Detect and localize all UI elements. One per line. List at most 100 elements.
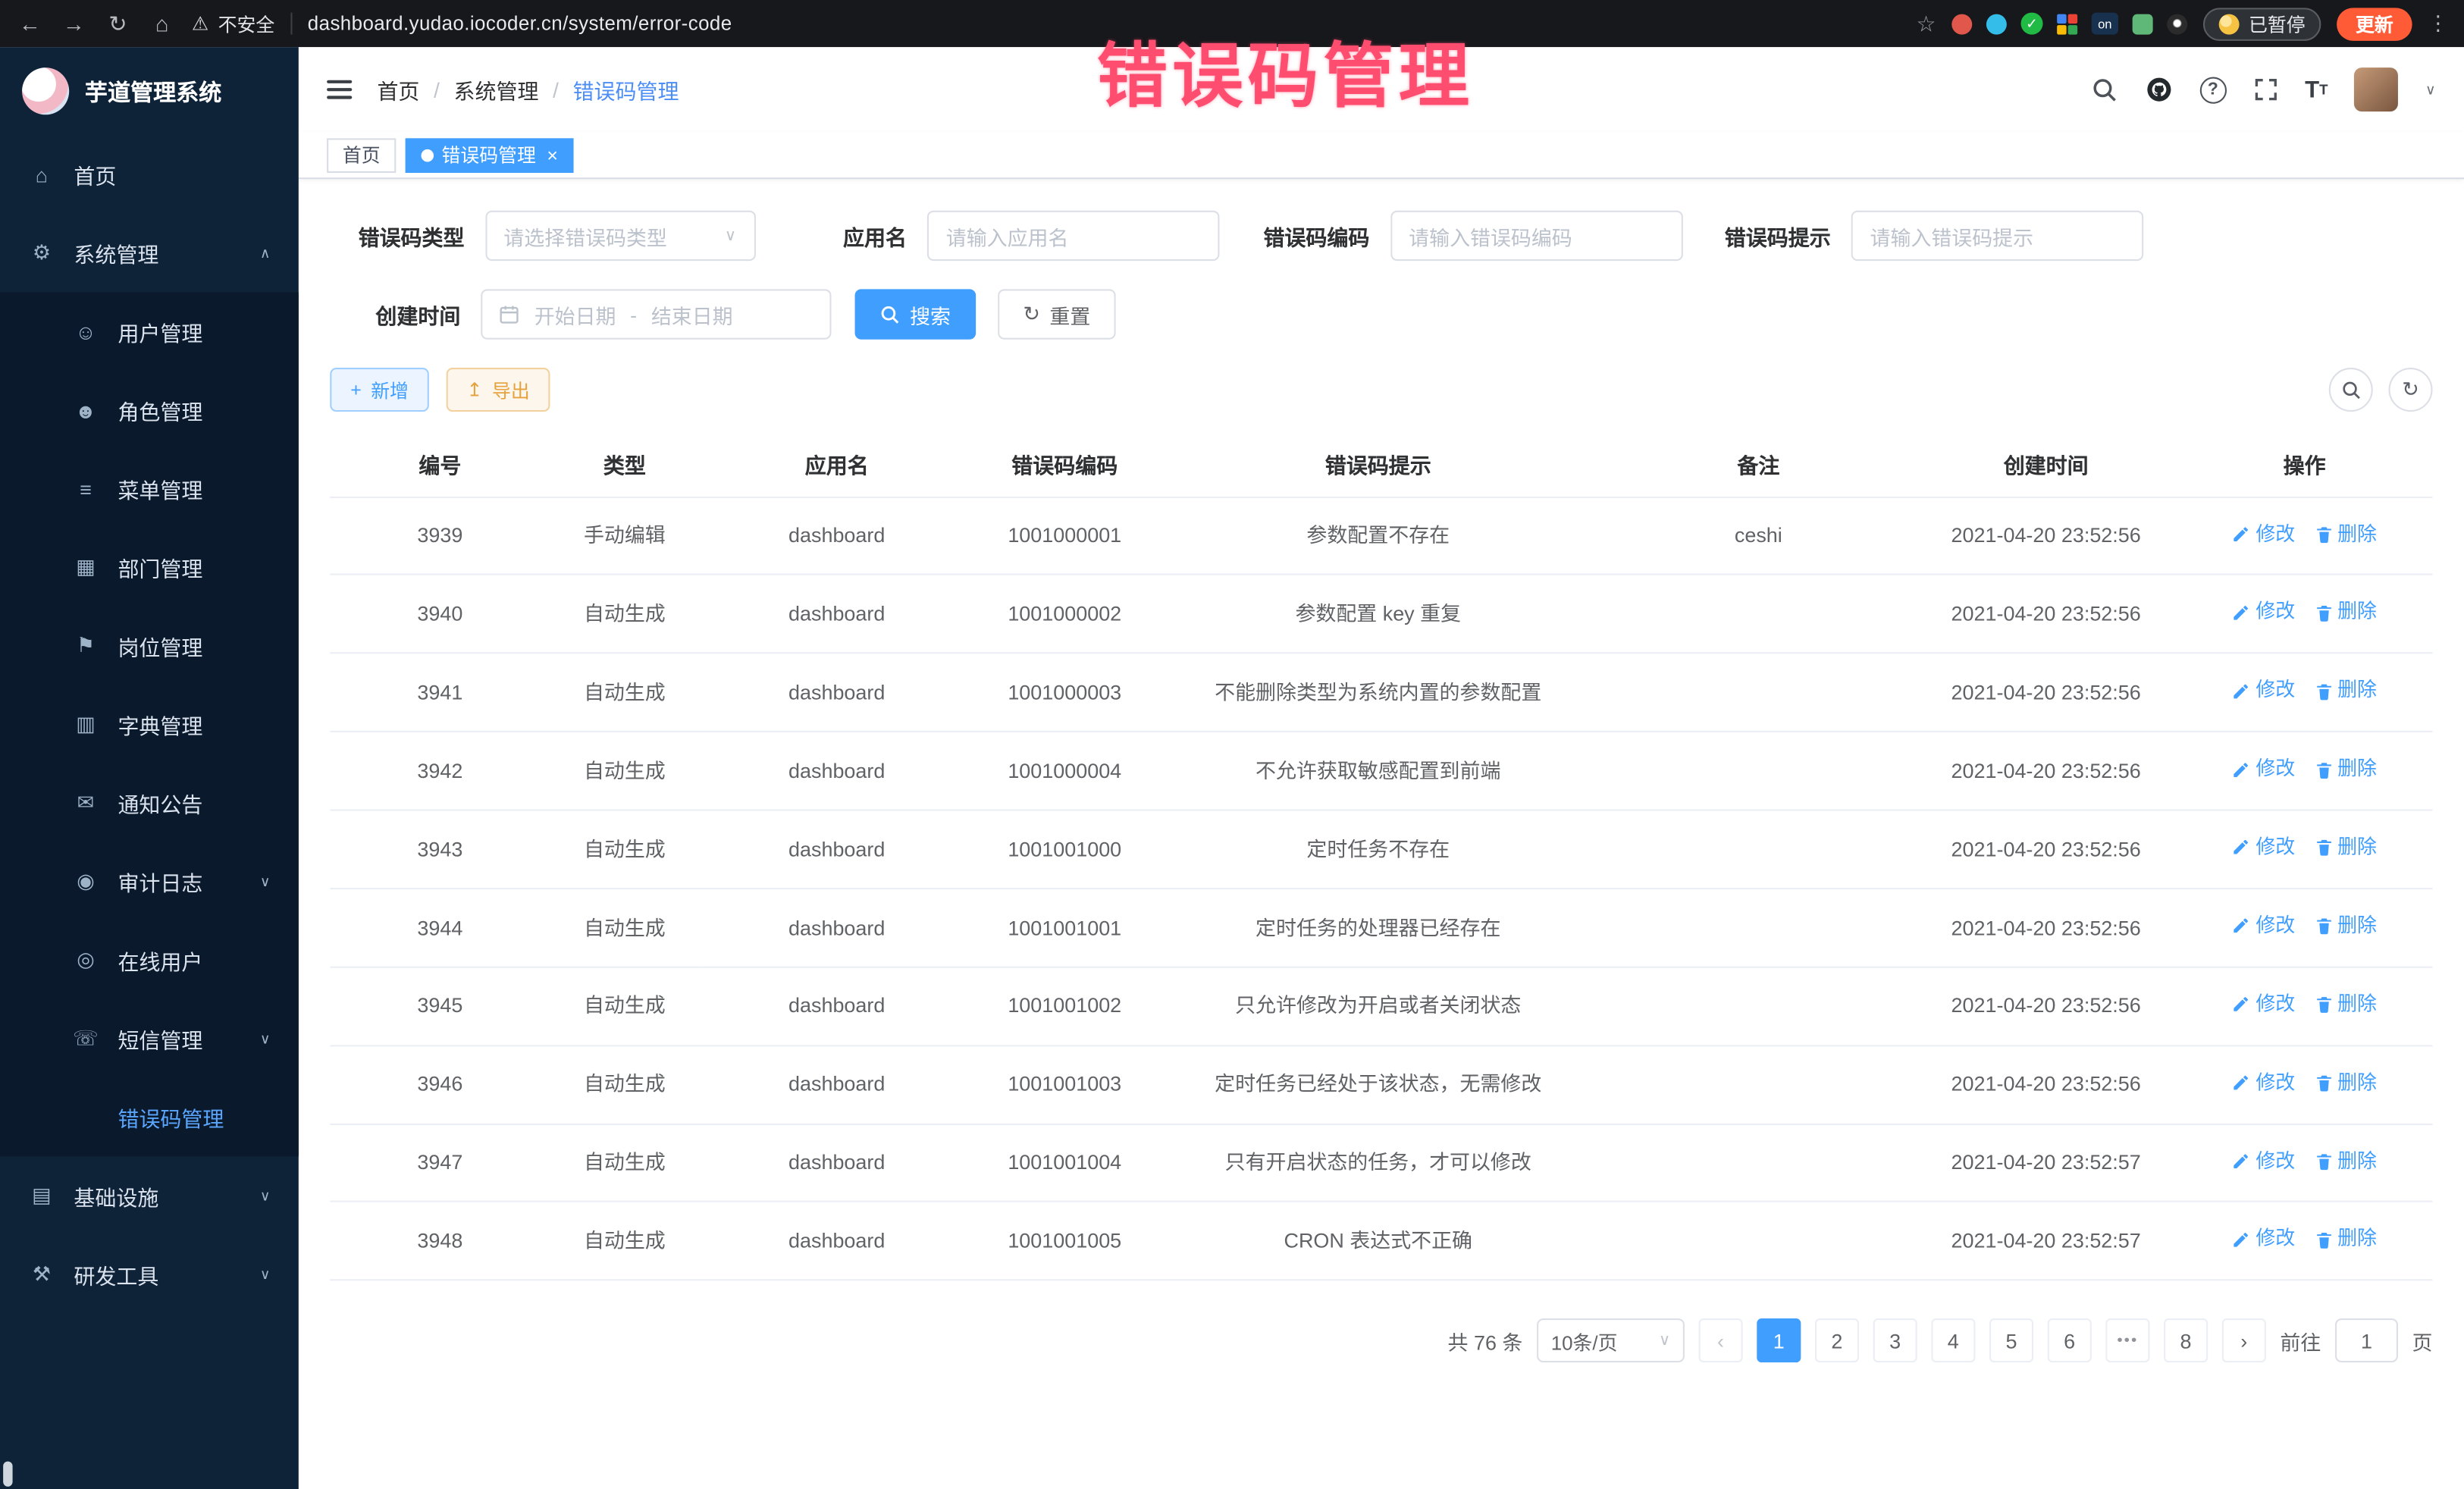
github-icon[interactable] <box>2145 75 2173 103</box>
edit-link[interactable]: 修改 <box>2232 911 2295 941</box>
help-icon[interactable]: ? <box>2199 77 2226 103</box>
extension-icon-red[interactable] <box>1951 14 1972 34</box>
paused-profile-pill[interactable]: 已暂停 <box>2203 7 2321 40</box>
search-icon[interactable] <box>2091 77 2118 103</box>
sidebar-item-system[interactable]: ⚙系统管理∧ <box>0 214 299 293</box>
sidebar-item-post[interactable]: ⚑岗位管理 <box>0 607 299 685</box>
edit-link[interactable]: 修改 <box>2232 833 2295 863</box>
edit-link[interactable]: 修改 <box>2232 1068 2295 1098</box>
address-url[interactable]: dashboard.yudao.iocoder.cn/system/error-… <box>308 13 732 35</box>
user-avatar[interactable] <box>2355 67 2399 111</box>
column-header: 编号 <box>330 431 550 497</box>
edit-link[interactable]: 修改 <box>2232 597 2295 627</box>
delete-link[interactable]: 删除 <box>2314 911 2377 941</box>
sidebar-item-infra[interactable]: ▤基础设施∨ <box>0 1157 299 1236</box>
breadcrumb-system[interactable]: 系统管理 <box>454 74 539 105</box>
forward-icon[interactable]: → <box>60 11 88 36</box>
edit-link[interactable]: 修改 <box>2232 676 2295 706</box>
extension-icon-blue[interactable] <box>1986 14 2007 34</box>
edit-link[interactable]: 修改 <box>2232 1146 2295 1176</box>
date-range-picker[interactable]: 开始日期 - 结束日期 <box>481 289 831 339</box>
page-button-1[interactable]: 1 <box>1757 1319 1801 1363</box>
sidebar-item-online-user[interactable]: ◎在线用户 <box>0 921 299 1000</box>
home-icon[interactable]: ⌂ <box>148 11 176 36</box>
chevron-down-icon: ∨ <box>260 1030 271 1048</box>
browser-chrome: ← → ↻ ⌂ ⚠ 不安全 dashboard.yudao.iocoder.cn… <box>0 0 2464 47</box>
delete-link[interactable]: 删除 <box>2314 597 2377 627</box>
extension-icon-green[interactable] <box>2133 14 2153 34</box>
export-button[interactable]: ↥ 导出 <box>447 368 550 412</box>
error-type-select[interactable]: 请选择错误码类型 ∨ <box>484 211 755 261</box>
chevron-down-icon[interactable]: ∨ <box>2425 81 2436 99</box>
extension-icon-grid[interactable] <box>2057 14 2077 34</box>
reload-icon[interactable]: ↻ <box>104 10 132 36</box>
page-button-8[interactable]: 8 <box>2164 1319 2208 1363</box>
extension-icon-on[interactable]: on <box>2092 13 2118 35</box>
cell-type: 自动生成 <box>550 967 699 1045</box>
add-button[interactable]: + 新增 <box>330 368 429 412</box>
page-button-•••[interactable]: ••• <box>2105 1319 2149 1363</box>
edit-link[interactable]: 修改 <box>2232 1224 2295 1254</box>
fullscreen-icon[interactable] <box>2253 77 2278 102</box>
sidebar-scrollbar[interactable] <box>3 1462 12 1487</box>
delete-link[interactable]: 删除 <box>2314 676 2377 706</box>
sidebar-item-audit-log[interactable]: ◉审计日志∨ <box>0 842 299 921</box>
update-button[interactable]: 更新 <box>2337 7 2412 40</box>
sidebar-item-home[interactable]: ⌂首页 <box>0 135 299 214</box>
sidebar-item-dict[interactable]: ▥字典管理 <box>0 685 299 764</box>
refresh-table-button[interactable]: ↻ <box>2389 368 2433 412</box>
sidebar-item-user[interactable]: ☺用户管理 <box>0 293 299 371</box>
page-button-3[interactable]: 3 <box>1873 1319 1917 1363</box>
sidebar-item-error-code[interactable]: 错误码管理 <box>0 1078 299 1157</box>
next-page-button[interactable]: › <box>2222 1319 2266 1363</box>
delete-link[interactable]: 删除 <box>2314 1068 2377 1098</box>
error-hint-input[interactable]: 请输入错误码提示 <box>1851 211 2144 261</box>
search-button[interactable]: 搜索 <box>855 289 977 339</box>
chevron-down-icon: ∨ <box>260 873 271 890</box>
page-button-2[interactable]: 2 <box>1815 1319 1859 1363</box>
table-row: 3941自动生成dashboard1001000003不能删除类型为系统内置的参… <box>330 654 2432 732</box>
bookmark-star-icon[interactable]: ☆ <box>1916 10 1936 36</box>
sidebar-item-dept[interactable]: ▦部门管理 <box>0 528 299 607</box>
reset-button[interactable]: ↻ 重置 <box>998 289 1115 339</box>
delete-link[interactable]: 删除 <box>2314 833 2377 863</box>
cell-type: 手动编辑 <box>550 497 699 575</box>
breadcrumb-home[interactable]: 首页 <box>377 74 419 105</box>
edit-link[interactable]: 修改 <box>2232 989 2295 1019</box>
delete-link[interactable]: 删除 <box>2314 754 2377 784</box>
app-name-input[interactable]: 请输入应用名 <box>927 211 1220 261</box>
edit-link[interactable]: 修改 <box>2232 519 2295 549</box>
sidebar-item-menu[interactable]: ≡菜单管理 <box>0 450 299 528</box>
delete-link[interactable]: 删除 <box>2314 1146 2377 1176</box>
delete-link[interactable]: 删除 <box>2314 1224 2377 1254</box>
sidebar-item-tools[interactable]: ⚒研发工具∨ <box>0 1235 299 1314</box>
tab-error-code[interactable]: 错误码管理 × <box>406 137 574 172</box>
extension-icon-pin[interactable] <box>2167 14 2187 34</box>
logo-row[interactable]: 芋道管理系统 <box>0 47 299 135</box>
sidebar-item-notice[interactable]: ✉通知公告 <box>0 763 299 842</box>
delete-link[interactable]: 删除 <box>2314 989 2377 1019</box>
cell-actions: 修改删除 <box>2177 810 2433 888</box>
toggle-search-button[interactable] <box>2329 368 2373 412</box>
security-badge[interactable]: ⚠ 不安全 <box>192 10 274 36</box>
page-button-6[interactable]: 6 <box>2048 1319 2092 1363</box>
filter-label-code: 错误码编码 <box>1263 220 1369 251</box>
prev-page-button[interactable]: ‹ <box>1699 1319 1743 1363</box>
extension-icon-check[interactable]: ✓ <box>2020 13 2042 35</box>
back-icon[interactable]: ← <box>16 11 44 36</box>
delete-link[interactable]: 删除 <box>2314 519 2377 549</box>
hamburger-icon[interactable] <box>327 75 352 103</box>
page-button-5[interactable]: 5 <box>1989 1319 2033 1363</box>
cell-type: 自动生成 <box>550 889 699 967</box>
edit-link[interactable]: 修改 <box>2232 754 2295 784</box>
menu-kebab-icon[interactable]: ⋮ <box>2428 11 2448 36</box>
font-size-icon[interactable]: TT <box>2305 77 2328 103</box>
page-button-4[interactable]: 4 <box>1931 1319 1975 1363</box>
close-icon[interactable]: × <box>547 144 558 166</box>
goto-page-input[interactable]: 1 <box>2335 1319 2398 1363</box>
sidebar-item-role[interactable]: ☻角色管理 <box>0 371 299 450</box>
tab-home[interactable]: 首页 <box>327 137 396 172</box>
page-size-select[interactable]: 10条/页 ∨ <box>1537 1319 1685 1363</box>
sidebar-item-sms[interactable]: ☏短信管理∨ <box>0 999 299 1078</box>
error-code-input[interactable]: 请输入错误码编码 <box>1390 211 1682 261</box>
